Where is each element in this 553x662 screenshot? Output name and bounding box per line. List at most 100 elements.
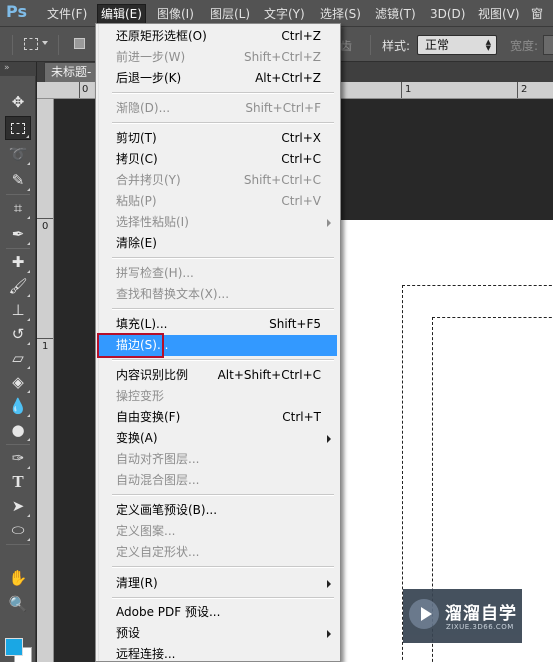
zoom-icon[interactable]: 🔍 bbox=[5, 592, 31, 616]
watermark-title: 溜溜自学 bbox=[445, 604, 517, 624]
history-brush-icon[interactable]: ↺ bbox=[5, 322, 31, 346]
rectangular-marquee-icon[interactable] bbox=[5, 116, 31, 140]
hand-icon[interactable]: ✋ bbox=[5, 566, 31, 590]
watermark-url: ZIXUE.3D66.COM bbox=[446, 623, 514, 631]
panel-collapse-icon[interactable]: » bbox=[0, 62, 36, 76]
menu-item-copy[interactable]: 拷贝(C) Ctrl+C bbox=[99, 149, 337, 170]
menu-item-auto-blend-layers[interactable]: 自动混合图层... bbox=[99, 470, 337, 491]
menu-item-check-spelling[interactable]: 拼写检查(H)... bbox=[99, 263, 337, 284]
submenu-arrow-icon bbox=[327, 219, 331, 227]
new-selection-icon[interactable] bbox=[74, 38, 85, 49]
width-label: 宽度: bbox=[510, 39, 539, 53]
menu-edit[interactable]: 编辑(E) bbox=[97, 4, 146, 24]
menu-file[interactable]: 文件(F) bbox=[44, 5, 90, 23]
brush-icon[interactable]: 🖌 bbox=[5, 274, 31, 298]
tool-preset-dropdown-icon[interactable] bbox=[42, 41, 48, 45]
menu-item-copy-merged[interactable]: 合并拷贝(Y) Shift+Ctrl+C bbox=[99, 170, 337, 191]
menu-item-remote-connections[interactable]: 远程连接... bbox=[99, 644, 337, 662]
photoshop-logo: Ps bbox=[6, 2, 27, 21]
menu-layer[interactable]: 图层(L) bbox=[207, 5, 253, 23]
style-select-value: 正常 bbox=[425, 38, 450, 52]
vertical-ruler: 0 1 bbox=[37, 99, 54, 662]
width-input[interactable] bbox=[543, 35, 553, 55]
menu-separator bbox=[112, 494, 334, 496]
select-arrows-icon: ▲ ▼ bbox=[485, 38, 491, 52]
menu-separator bbox=[112, 92, 334, 94]
menu-image[interactable]: 图像(I) bbox=[154, 5, 197, 23]
style-select[interactable]: 正常 ▲ ▼ bbox=[417, 35, 497, 55]
menu-separator bbox=[112, 257, 334, 259]
menu-separator bbox=[112, 122, 334, 124]
menu-item-step-backward[interactable]: 后退一步(K) Alt+Ctrl+Z bbox=[99, 68, 337, 89]
tool-separator bbox=[6, 444, 30, 445]
menu-item-define-custom-shape[interactable]: 定义自定形状... bbox=[99, 542, 337, 563]
ruler-label: 2 bbox=[521, 84, 528, 95]
ruler-label: 1 bbox=[42, 341, 49, 352]
quick-selection-icon[interactable]: ✎ bbox=[5, 168, 31, 192]
submenu-arrow-icon bbox=[327, 435, 331, 443]
menu-item-puppet-warp[interactable]: 操控变形 bbox=[99, 386, 337, 407]
menu-type[interactable]: 文字(Y) bbox=[261, 5, 308, 23]
watermark-badge: 溜溜自学 ZIXUE.3D66.COM bbox=[403, 589, 522, 643]
style-label: 样式: bbox=[382, 39, 411, 53]
menu-item-clear[interactable]: 清除(E) bbox=[99, 233, 337, 254]
menu-item-paste-special[interactable]: 选择性粘贴(I) bbox=[99, 212, 337, 233]
ruler-label: 1 bbox=[405, 84, 412, 95]
menu-item-undo[interactable]: 还原矩形选框(O) Ctrl+Z bbox=[99, 26, 337, 47]
eraser-icon[interactable]: ▱ bbox=[5, 346, 31, 370]
tool-preset-marquee-icon[interactable] bbox=[24, 38, 38, 50]
menu-separator bbox=[112, 566, 334, 568]
ruler-label: 0 bbox=[82, 84, 89, 95]
menu-item-transform[interactable]: 变换(A) bbox=[99, 428, 337, 449]
submenu-arrow-icon bbox=[327, 630, 331, 638]
menu-item-define-brush-preset[interactable]: 定义画笔预设(B)... bbox=[99, 500, 337, 521]
pen-icon[interactable]: ✑ bbox=[5, 446, 31, 470]
path-selection-icon[interactable]: ➤ bbox=[5, 494, 31, 518]
menu-item-cut[interactable]: 剪切(T) Ctrl+X bbox=[99, 128, 337, 149]
tool-separator bbox=[6, 544, 30, 545]
type-icon[interactable]: T bbox=[5, 470, 31, 494]
tools-panel: » ✥ ➰ ✎ ⌗ ✒ ✚ 🖌 ⊥ ↺ ▱ ◈ 💧 ● ✑ T ➤ ⬭ ✋ 🔍 bbox=[0, 62, 36, 662]
menu-item-free-transform[interactable]: 自由变换(F) Ctrl+T bbox=[99, 407, 337, 428]
blur-icon[interactable]: 💧 bbox=[5, 394, 31, 418]
menu-item-presets[interactable]: 预设 bbox=[99, 623, 337, 644]
menu-window[interactable]: 窗 bbox=[528, 5, 546, 23]
options-separator bbox=[370, 35, 371, 55]
menu-3d[interactable]: 3D(D) bbox=[427, 5, 468, 23]
menu-item-define-pattern[interactable]: 定义图案... bbox=[99, 521, 337, 542]
menu-view[interactable]: 视图(V) bbox=[475, 5, 523, 23]
dodge-icon[interactable]: ● bbox=[5, 418, 31, 442]
submenu-arrow-icon bbox=[327, 580, 331, 588]
foreground-color-swatch[interactable] bbox=[5, 638, 23, 656]
menu-separator bbox=[112, 308, 334, 310]
menu-item-fade[interactable]: 渐隐(D)... Shift+Ctrl+F bbox=[99, 98, 337, 119]
anti-alias-label: 齿 bbox=[340, 39, 353, 53]
clone-stamp-icon[interactable]: ⊥ bbox=[5, 298, 31, 322]
menu-select[interactable]: 选择(S) bbox=[317, 5, 364, 23]
play-logo-icon bbox=[409, 599, 439, 629]
menu-item-purge[interactable]: 清理(R) bbox=[99, 573, 337, 594]
crop-icon[interactable]: ⌗ bbox=[5, 196, 31, 220]
menu-item-find-replace-text[interactable]: 查找和替换文本(X)... bbox=[99, 284, 337, 305]
tool-separator bbox=[6, 248, 30, 249]
options-separator bbox=[58, 35, 59, 55]
menu-item-auto-align-layers[interactable]: 自动对齐图层... bbox=[99, 449, 337, 470]
lasso-icon[interactable]: ➰ bbox=[5, 142, 31, 166]
menu-item-adobe-pdf-presets[interactable]: Adobe PDF 预设... bbox=[99, 602, 337, 623]
ruler-label: 0 bbox=[42, 221, 49, 232]
tool-separator bbox=[6, 194, 30, 195]
menu-item-paste[interactable]: 粘贴(P) Ctrl+V bbox=[99, 191, 337, 212]
spot-healing-icon[interactable]: ✚ bbox=[5, 250, 31, 274]
options-grip bbox=[12, 35, 13, 55]
menu-separator bbox=[112, 359, 334, 361]
paint-bucket-icon[interactable]: ◈ bbox=[5, 370, 31, 394]
ellipse-icon[interactable]: ⬭ bbox=[5, 518, 31, 542]
move-icon[interactable]: ✥ bbox=[5, 90, 31, 114]
menu-filter[interactable]: 滤镜(T) bbox=[372, 5, 419, 23]
eyedropper-icon[interactable]: ✒ bbox=[5, 222, 31, 246]
menu-item-fill[interactable]: 填充(L)... Shift+F5 bbox=[99, 314, 337, 335]
menu-item-step-forward[interactable]: 前进一步(W) Shift+Ctrl+Z bbox=[99, 47, 337, 68]
highlight-callout-box bbox=[97, 333, 164, 358]
menu-separator bbox=[112, 597, 334, 599]
menu-item-content-aware-scale[interactable]: 内容识别比例 Alt+Shift+Ctrl+C bbox=[99, 365, 337, 386]
